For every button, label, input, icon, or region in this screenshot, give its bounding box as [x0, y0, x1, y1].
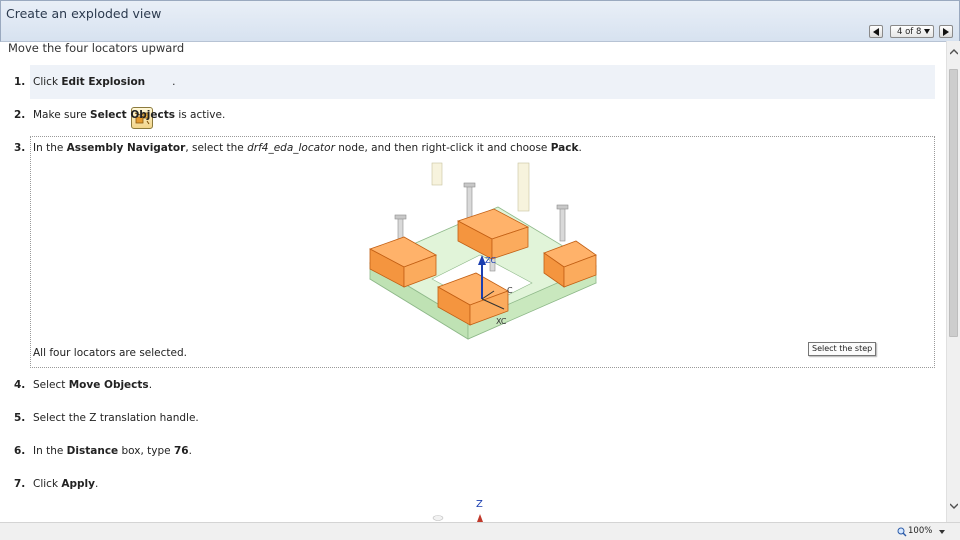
dropdown-caret-icon[interactable] [939, 530, 945, 534]
prev-icon [873, 28, 879, 36]
yc-label: C [507, 286, 513, 295]
scroll-up-icon[interactable] [950, 49, 958, 55]
tooltip: Select the step [808, 342, 877, 356]
xc-label: XC [496, 317, 507, 326]
zc-label: ZC [485, 256, 496, 265]
step-number: 7. [14, 478, 26, 490]
step-text: Click Apply. [33, 478, 99, 490]
page-select[interactable]: 4 of 8 [890, 25, 934, 38]
step-number: 1. [14, 76, 26, 88]
page-indicator: 4 of 8 [897, 27, 922, 37]
step-text: In the Assembly Navigator, select the dr… [33, 142, 582, 154]
step-1: 1. Click Edit Explosion. [14, 65, 935, 99]
next-figure-preview: Z [432, 499, 483, 522]
step-text: Click Edit Explosion. [33, 76, 176, 88]
step-number: 4. [14, 379, 26, 391]
next-button[interactable] [939, 25, 953, 38]
dropdown-caret-icon [924, 29, 930, 34]
title-bar: Create an exploded view 4 of 8 [0, 0, 960, 42]
step-number: 3. [14, 142, 26, 154]
page-heading: Move the four locators upward [8, 41, 185, 55]
zoom-level: 100% [908, 526, 933, 536]
step-text: Select the Z translation handle. [33, 412, 199, 424]
next-icon [943, 28, 949, 36]
zoom-icon [897, 527, 907, 537]
scroll-down-icon[interactable] [950, 503, 958, 509]
step-text: In the Distance box, type 76. [33, 445, 192, 457]
scroll-thumb[interactable] [949, 69, 958, 337]
content-pane: Move the four locators upward 1. Click E… [0, 41, 946, 522]
step-number: 5. [14, 412, 26, 424]
step-text: Make sure Select Objects is active. [33, 109, 226, 121]
window-title: Create an exploded view [6, 6, 162, 21]
z-label: Z [476, 499, 483, 510]
step-text: Select Move Objects. [33, 379, 153, 391]
vertical-scrollbar[interactable] [946, 41, 960, 522]
assembly-model-image: ZC XC C [369, 162, 597, 340]
prev-button[interactable] [869, 25, 883, 38]
step-number: 2. [14, 109, 26, 121]
status-bar: 100% [0, 522, 960, 540]
step-number: 6. [14, 445, 26, 457]
